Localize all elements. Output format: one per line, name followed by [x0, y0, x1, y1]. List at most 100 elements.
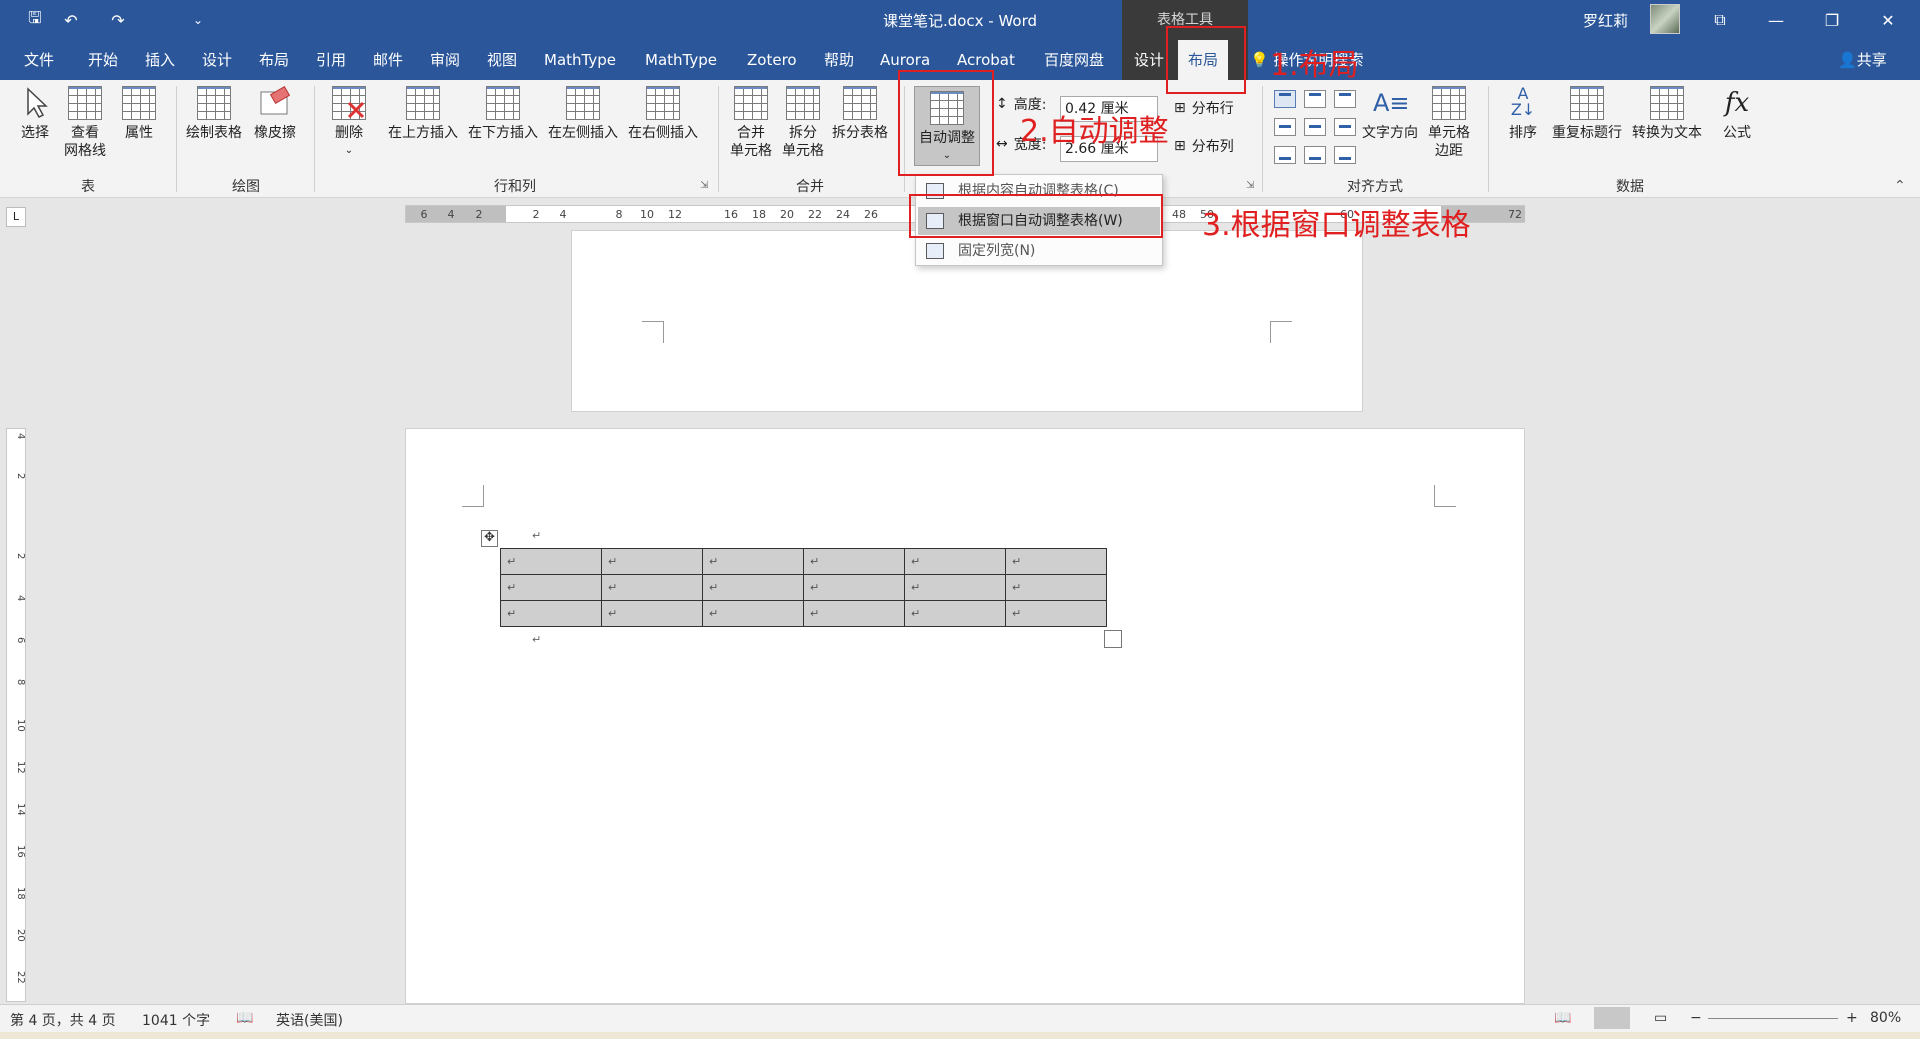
align-bottom-right-icon[interactable] — [1334, 146, 1356, 164]
table-cell[interactable]: ↵ — [803, 600, 905, 627]
table-cell[interactable]: ↵ — [803, 548, 905, 575]
collapse-ribbon-icon[interactable]: ⌃ — [1894, 178, 1906, 194]
align-bottom-center-icon[interactable] — [1304, 146, 1326, 164]
current-page[interactable]: ↵ ↵ — [405, 428, 1525, 1004]
properties-button[interactable]: 属性 — [122, 86, 156, 142]
text-direction-button[interactable]: A≡ 文字方向 — [1362, 86, 1418, 142]
align-middle-center-icon[interactable] — [1304, 118, 1326, 136]
table-cell[interactable]: ↵ — [1005, 574, 1107, 601]
table-cell[interactable]: ↵ — [500, 548, 602, 575]
align-top-center-icon[interactable] — [1304, 90, 1326, 108]
dialog-launcher-icon[interactable]: ⇲ — [700, 180, 708, 191]
table-cell[interactable]: ↵ — [601, 600, 703, 627]
tab-insert[interactable]: 插入 — [143, 40, 177, 80]
zoom-out-button[interactable]: − — [1690, 1010, 1702, 1026]
sort-button[interactable]: A Z↓ 排序 — [1506, 86, 1540, 142]
zoom-in-button[interactable]: + — [1846, 1010, 1858, 1026]
insert-above-button[interactable]: 在上方插入 — [388, 86, 458, 142]
eraser-button[interactable]: 橡皮擦 — [254, 85, 296, 142]
insert-left-button[interactable]: 在左侧插入 — [548, 86, 618, 142]
table-cell[interactable]: ↵ — [500, 600, 602, 627]
fixed-column-width-menu-item[interactable]: 固定列宽(N) — [918, 237, 1160, 265]
align-top-left-icon[interactable] — [1274, 90, 1296, 108]
convert-to-text-button[interactable]: 转换为文本 — [1632, 86, 1702, 142]
table-cell[interactable]: ↵ — [803, 574, 905, 601]
table-cell[interactable]: ↵ — [904, 574, 1006, 601]
select-button[interactable]: 选择 — [18, 86, 52, 142]
tab-table-design[interactable]: 设计 — [1132, 40, 1166, 80]
save-icon[interactable]: 🖫 — [22, 8, 48, 32]
avatar[interactable] — [1650, 4, 1680, 34]
merge-cells-button[interactable]: 合并 单元格 — [730, 86, 772, 160]
table-cell[interactable]: ↵ — [500, 574, 602, 601]
tab-home[interactable]: 开始 — [86, 40, 120, 80]
split-cells-button[interactable]: 拆分 单元格 — [782, 86, 824, 160]
distribute-rows-button[interactable]: ⊞ 分布行 — [1174, 98, 1234, 118]
restore-button[interactable]: ❐ — [1804, 0, 1860, 40]
align-middle-left-icon[interactable] — [1274, 118, 1296, 136]
tab-review[interactable]: 审阅 — [428, 40, 462, 80]
table-resize-handle[interactable] — [1104, 630, 1122, 648]
table-move-handle[interactable]: ✥ — [481, 530, 498, 547]
page-count[interactable]: 第 4 页，共 4 页 — [10, 1010, 116, 1030]
insert-below-button[interactable]: 在下方插入 — [468, 86, 538, 142]
tab-mathtype-2[interactable]: MathType — [643, 40, 719, 80]
table-cell[interactable]: ↵ — [702, 548, 804, 575]
align-bottom-left-icon[interactable] — [1274, 146, 1296, 164]
tab-layout[interactable]: 布局 — [257, 40, 291, 80]
table-cell[interactable]: ↵ — [601, 548, 703, 575]
customize-quick-access-icon[interactable]: ⌄ — [185, 8, 211, 32]
tab-zotero[interactable]: Zotero — [745, 40, 799, 80]
tab-file[interactable]: 文件 — [22, 40, 56, 80]
minimize-button[interactable]: — — [1748, 0, 1804, 40]
draw-table-button[interactable]: 绘制表格 — [186, 86, 242, 142]
insert-right-button[interactable]: 在右侧插入 — [628, 86, 698, 142]
split-table-button[interactable]: 拆分表格 — [832, 86, 888, 142]
tab-baidu-netdisk[interactable]: 百度网盘 — [1042, 40, 1106, 80]
distribute-cols-button[interactable]: ⊞ 分布列 — [1174, 136, 1234, 156]
ruler-tick: 4 — [15, 595, 26, 602]
align-top-right-icon[interactable] — [1334, 90, 1356, 108]
table-cell[interactable]: ↵ — [904, 600, 1006, 627]
table-cell[interactable]: ↵ — [702, 574, 804, 601]
formula-button[interactable]: fx 公式 — [1720, 86, 1754, 142]
web-layout-icon[interactable]: ▭ — [1654, 1010, 1667, 1026]
table-cell[interactable]: ↵ — [1005, 548, 1107, 575]
proofing-icon[interactable]: 📖 — [236, 1010, 253, 1026]
tab-mathtype-1[interactable]: MathType — [542, 40, 618, 80]
language[interactable]: 英语(美国) — [276, 1010, 343, 1030]
tab-mailings[interactable]: 邮件 — [371, 40, 405, 80]
cell-margins-button[interactable]: 单元格 边距 — [1428, 86, 1470, 160]
vertical-ruler[interactable]: 4 2 2 4 6 8 10 12 14 16 18 20 22 — [6, 428, 26, 1002]
align-middle-right-icon[interactable] — [1334, 118, 1356, 136]
table-cell[interactable]: ↵ — [601, 574, 703, 601]
zoom-slider[interactable] — [1708, 1018, 1838, 1019]
document-table[interactable]: ↵ ↵ ↵ ↵ ↵ ↵ ↵ ↵ ↵ ↵ ↵ ↵ ↵ ↵ ↵ ↵ ↵ ↵ — [500, 548, 1107, 627]
user-name[interactable]: 罗红莉 — [1583, 10, 1628, 31]
table-cell[interactable]: ↵ — [702, 600, 804, 627]
table-cell[interactable]: ↵ — [904, 548, 1006, 575]
word-count[interactable]: 1041 个字 — [142, 1010, 210, 1030]
tab-view[interactable]: 视图 — [485, 40, 519, 80]
tab-selector[interactable]: L — [6, 207, 26, 227]
tab-help[interactable]: 帮助 — [822, 40, 856, 80]
tab-references[interactable]: 引用 — [314, 40, 348, 80]
tab-design[interactable]: 设计 — [200, 40, 234, 80]
delete-button[interactable]: 删除 ⌄ — [332, 86, 366, 160]
read-mode-icon[interactable]: 📖 — [1554, 1010, 1571, 1026]
ruler-tick: 8 — [15, 679, 26, 686]
close-button[interactable]: ✕ — [1860, 0, 1916, 40]
table-cell[interactable]: ↵ — [1005, 600, 1107, 627]
redo-icon[interactable]: ↷ — [105, 8, 131, 32]
ribbon-display-options-icon[interactable]: ⧉ — [1692, 0, 1748, 40]
print-layout-icon[interactable] — [1594, 1007, 1630, 1029]
repeat-header-rows-button[interactable]: 重复标题行 — [1552, 86, 1622, 142]
dialog-launcher-icon[interactable]: ⇲ — [1246, 180, 1254, 191]
view-gridlines-button[interactable]: 查看 网格线 — [64, 86, 106, 160]
share-button[interactable]: 👤共享 — [1838, 40, 1887, 80]
annotation-box-autofit-window — [909, 194, 1163, 238]
ruler-tick: 18 — [15, 887, 26, 900]
zoom-level[interactable]: 80% — [1870, 1010, 1901, 1026]
undo-icon[interactable]: ↶ — [58, 8, 84, 32]
document-title: 课堂笔记.docx - Word — [882, 12, 1038, 30]
